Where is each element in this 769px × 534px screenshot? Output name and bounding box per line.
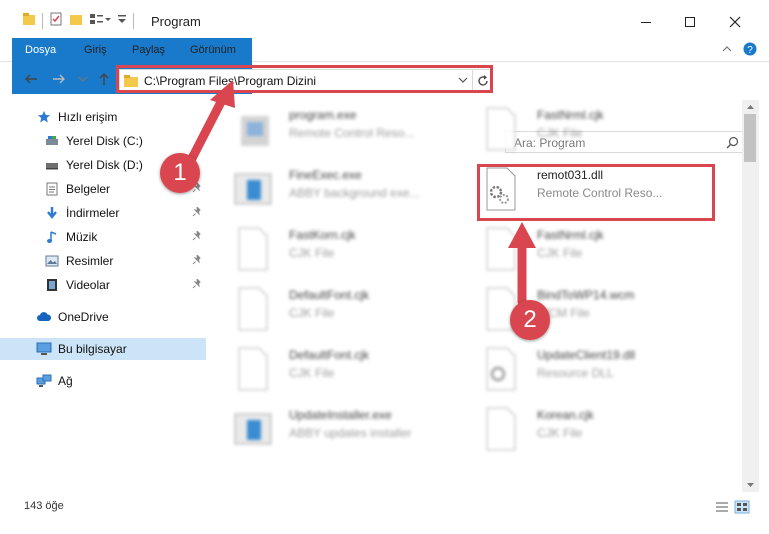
step-2-badge: 2 [510, 300, 550, 340]
step-1-badge: 1 [160, 153, 200, 193]
arrow-step-2 [508, 222, 536, 307]
annotation-arrows [180, 80, 536, 307]
